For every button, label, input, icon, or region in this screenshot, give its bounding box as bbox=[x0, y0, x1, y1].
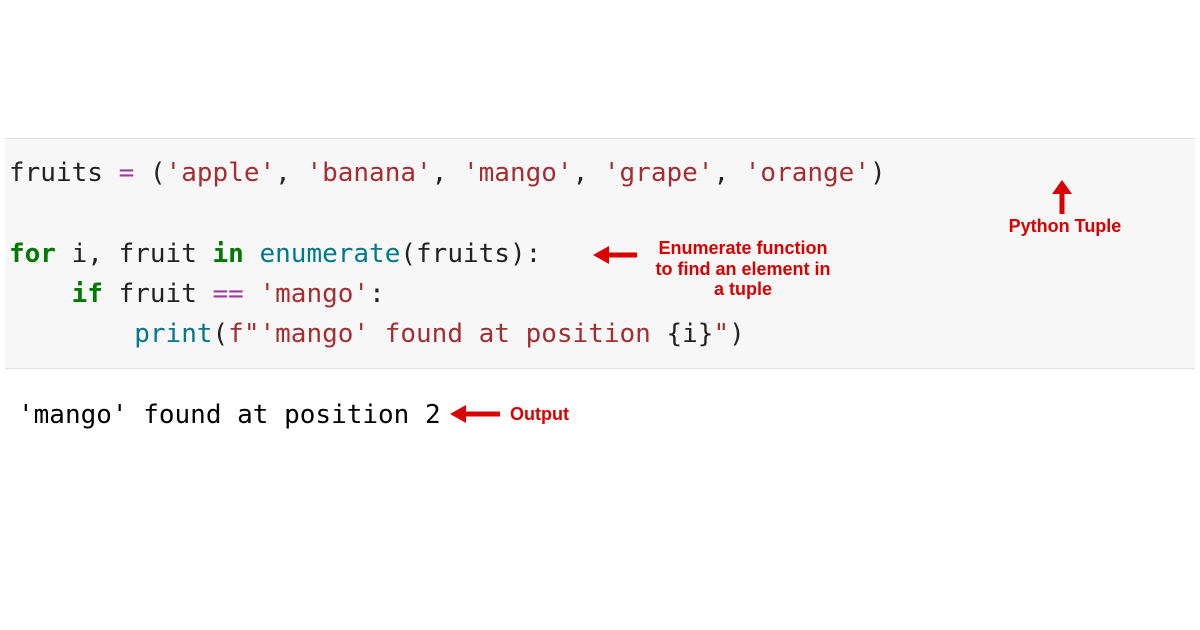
arrow-up-icon bbox=[1050, 180, 1074, 214]
token-variable: i bbox=[682, 319, 698, 349]
token-indent bbox=[9, 319, 134, 349]
token-colon: : bbox=[526, 239, 542, 269]
token-space bbox=[103, 279, 119, 309]
token-indent bbox=[9, 279, 72, 309]
token-string: " bbox=[713, 319, 729, 349]
program-output: 'mango' found at position 2 bbox=[18, 400, 441, 430]
token-variable: fruit bbox=[119, 239, 213, 269]
token-operator: == bbox=[213, 279, 260, 309]
arrow-left-icon bbox=[593, 244, 637, 266]
code-line-3: if fruit == 'mango': bbox=[9, 274, 1191, 314]
token-keyword-in: in bbox=[213, 239, 244, 269]
token-keyword-for: for bbox=[9, 239, 56, 269]
token-comma: , bbox=[573, 158, 604, 188]
token-paren: ) bbox=[729, 319, 745, 349]
token-function-enumerate: enumerate bbox=[259, 239, 400, 269]
token-argument: fruits bbox=[416, 239, 510, 269]
token-string: 'apple' bbox=[166, 158, 276, 188]
annotation-enumerate: Enumerate function to find an element in… bbox=[638, 238, 848, 300]
annotation-python-tuple: Python Tuple bbox=[1000, 216, 1130, 237]
token-paren: ( bbox=[150, 158, 166, 188]
token-fstring-prefix: f bbox=[228, 319, 244, 349]
token-comma: , bbox=[275, 158, 306, 188]
token-comma: , bbox=[713, 158, 744, 188]
token-brace: { bbox=[666, 319, 682, 349]
token-brace: } bbox=[698, 319, 714, 349]
token-colon: : bbox=[369, 279, 385, 309]
token-keyword-if: if bbox=[72, 279, 103, 309]
token-variable: fruits bbox=[9, 158, 119, 188]
token-variable: i bbox=[72, 239, 88, 269]
token-paren: ) bbox=[870, 158, 886, 188]
token-variable: fruit bbox=[119, 279, 213, 309]
token-string: "'mango' found at position bbox=[244, 319, 667, 349]
token-string: 'banana' bbox=[306, 158, 431, 188]
token-paren: ( bbox=[213, 319, 229, 349]
token-string: 'mango' bbox=[463, 158, 573, 188]
token-comma: , bbox=[432, 158, 463, 188]
token-string: 'orange' bbox=[745, 158, 870, 188]
token-function-print: print bbox=[134, 319, 212, 349]
code-line-1: fruits = ('apple', 'banana', 'mango', 'g… bbox=[9, 153, 1191, 193]
annotation-output: Output bbox=[510, 404, 569, 425]
token-string: 'mango' bbox=[259, 279, 369, 309]
token-paren: ( bbox=[400, 239, 416, 269]
token-operator: = bbox=[119, 158, 150, 188]
token-string: 'grape' bbox=[604, 158, 714, 188]
token-comma: , bbox=[87, 239, 118, 269]
token-paren: ) bbox=[510, 239, 526, 269]
token-space bbox=[56, 239, 72, 269]
code-line-4: print(f"'mango' found at position {i}") bbox=[9, 314, 1191, 354]
token-space bbox=[244, 239, 260, 269]
arrow-left-icon bbox=[450, 403, 500, 425]
